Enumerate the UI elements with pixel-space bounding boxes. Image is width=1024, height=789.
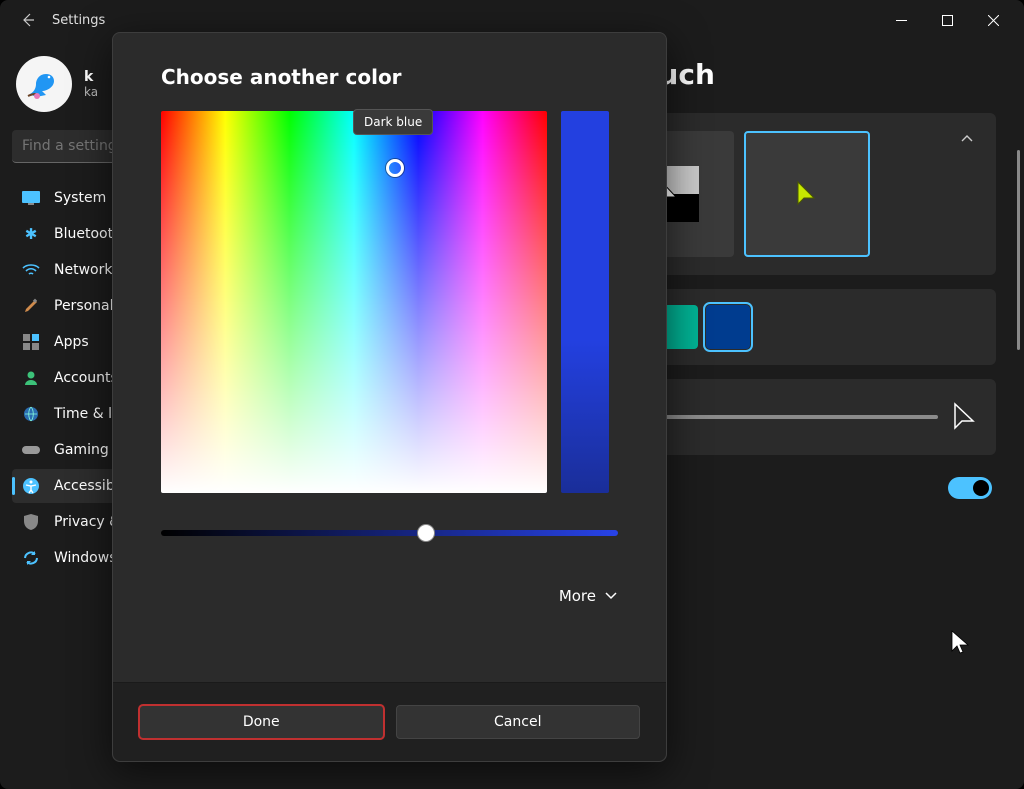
gamepad-icon [22,441,40,459]
accessibility-icon [22,477,40,495]
cancel-label: Cancel [494,714,541,730]
wifi-icon [22,261,40,279]
profile-email: ka [84,85,98,99]
color-picker-dialog: Choose another color Dark blue More Done… [112,32,667,762]
paintbrush-icon [22,297,40,315]
dialog-footer: Done Cancel [113,682,666,761]
dialog-title: Choose another color [161,65,618,89]
shield-icon [22,513,40,531]
settings-window: Settings k ka System ✱Bluetooth & device… [0,0,1024,789]
chevron-up-icon [960,131,974,150]
done-label: Done [243,714,280,730]
update-icon [22,549,40,567]
avatar [16,56,72,112]
sv-cursor[interactable] [386,159,404,177]
value-slider[interactable] [161,523,618,543]
clock-globe-icon [22,405,40,423]
sidebar-item-label: Accounts [54,370,118,386]
app-title: Settings [52,13,105,28]
profile-name: k [84,69,98,85]
close-icon [988,15,999,26]
color-swatch[interactable] [706,305,750,349]
close-button[interactable] [970,0,1016,40]
window-controls [878,0,1016,40]
maximize-button[interactable] [924,0,970,40]
display-icon [22,189,40,207]
more-label: More [559,587,596,605]
saturation-value-field[interactable]: Dark blue [161,111,547,493]
sidebar-item-label: Apps [54,334,89,350]
maximize-icon [942,15,953,26]
avatar-bird-icon [22,62,66,106]
value-thumb[interactable] [417,524,435,542]
profile-text: k ka [84,69,98,99]
cancel-button[interactable]: Cancel [396,705,641,739]
sidebar-item-label: Gaming [54,442,109,458]
person-icon [22,369,40,387]
pointer-style-custom[interactable] [744,131,870,257]
color-preview-strip [561,111,609,493]
scrollbar[interactable] [1017,150,1020,350]
chevron-down-icon [604,589,618,603]
more-toggle[interactable]: More [161,587,618,605]
touch-indicator-toggle[interactable] [948,477,992,499]
done-button[interactable]: Done [139,705,384,739]
arrow-left-icon [20,12,36,28]
apps-icon [22,333,40,351]
bluetooth-icon: ✱ [22,225,40,243]
value-track [161,530,618,536]
cursor-large-icon [952,401,978,433]
back-button[interactable] [8,0,48,40]
cursor-icon [795,179,819,209]
mouse-cursor-icon [950,629,972,657]
minimize-icon [896,15,907,26]
sidebar-item-label: System [54,190,106,206]
minimize-button[interactable] [878,0,924,40]
color-tooltip: Dark blue [353,109,433,135]
